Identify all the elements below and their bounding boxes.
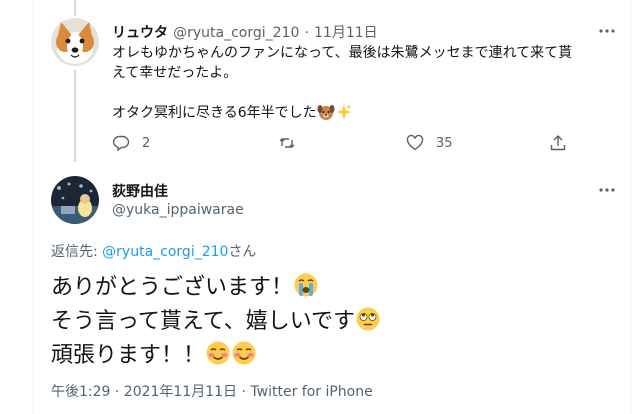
reply-button[interactable]: 2	[112, 134, 150, 152]
more-horizontal-icon[interactable]	[598, 181, 616, 199]
sparkles-emoji-icon	[335, 103, 353, 127]
share-icon	[550, 135, 566, 151]
tweet-date[interactable]: 11月11日	[314, 25, 378, 41]
tweet-header: リュウタ @ryuta_corgi_210 · 11月11日	[112, 22, 378, 42]
user-handle[interactable]: @yuka_ippaiwarae	[112, 202, 244, 218]
avatar[interactable]	[51, 176, 99, 224]
loudly-crying-face-emoji-icon	[293, 272, 319, 306]
more-horizontal-icon[interactable]	[598, 22, 616, 40]
tweet-text-line: 頑張ります！！	[51, 340, 611, 374]
tweet-text-line: そう言って貰えて、嬉しいです	[51, 306, 611, 340]
user-handle[interactable]: @ryuta_corgi_210	[173, 25, 299, 41]
smiling-face-emoji-icon	[205, 340, 231, 374]
display-name[interactable]: リュウタ	[112, 25, 168, 41]
tweet-text-line: ありがとうございます！	[51, 272, 611, 306]
comment-icon	[112, 135, 130, 152]
tweet-text-content: オタク冥利に尽きる6年半でした	[112, 105, 317, 121]
tweet-text-content: 頑張ります！！	[51, 343, 206, 368]
reply-to-line: 返信先: @ryuta_corgi_210さん	[51, 241, 256, 261]
tweet-thread: リュウタ @ryuta_corgi_210 · 11月11日 オレもゆかちゃんの…	[33, 0, 631, 414]
tweet-text-content: ありがとうございます！	[51, 275, 294, 300]
thread-connector-top	[74, 0, 76, 16]
reply-to-suffix: さん	[228, 244, 257, 260]
tweet-text: オレもゆかちゃんのファンになって、最後は朱鷺メッセまで連れて来て貰 えて幸せだっ…	[112, 43, 617, 127]
face-with-rolling-eyes-emoji-icon	[355, 306, 381, 340]
share-button[interactable]	[549, 134, 579, 152]
tweet-actions: 2 35	[112, 134, 572, 156]
retweet-icon	[279, 138, 295, 148]
tweet-text-line: オレもゆかちゃんのファンになって、最後は朱鷺メッセまで連れて来て貰	[112, 45, 573, 61]
smiling-face-emoji-icon	[231, 340, 257, 374]
tweet-text-content: そう言って貰えて、嬉しいです	[51, 309, 356, 334]
like-count: 35	[436, 135, 453, 151]
reply-to-label: 返信先:	[51, 244, 103, 260]
thread-connector-bottom	[74, 70, 76, 162]
tweet-text: ありがとうございます！ そう言って貰えて、嬉しいです 頑張ります！！	[51, 272, 611, 374]
avatar[interactable]	[51, 18, 99, 66]
heart-icon	[406, 134, 424, 151]
display-name[interactable]: 荻野由佳	[112, 181, 168, 201]
tweet-text-line: えて幸せだったよ。	[112, 65, 238, 81]
tweet-text-line: オタク冥利に尽きる6年半でした	[112, 103, 617, 127]
reply-to-handle-link[interactable]: @ryuta_corgi_210	[102, 244, 228, 260]
like-button[interactable]: 35	[406, 134, 453, 152]
tweet-timestamp[interactable]: 午後1:29 · 2021年11月11日 · Twitter for iPhon…	[51, 381, 373, 401]
retweet-button[interactable]	[278, 134, 308, 152]
dog-face-emoji-icon	[317, 103, 335, 127]
reply-count: 2	[142, 135, 151, 151]
separator: ·	[304, 25, 309, 41]
